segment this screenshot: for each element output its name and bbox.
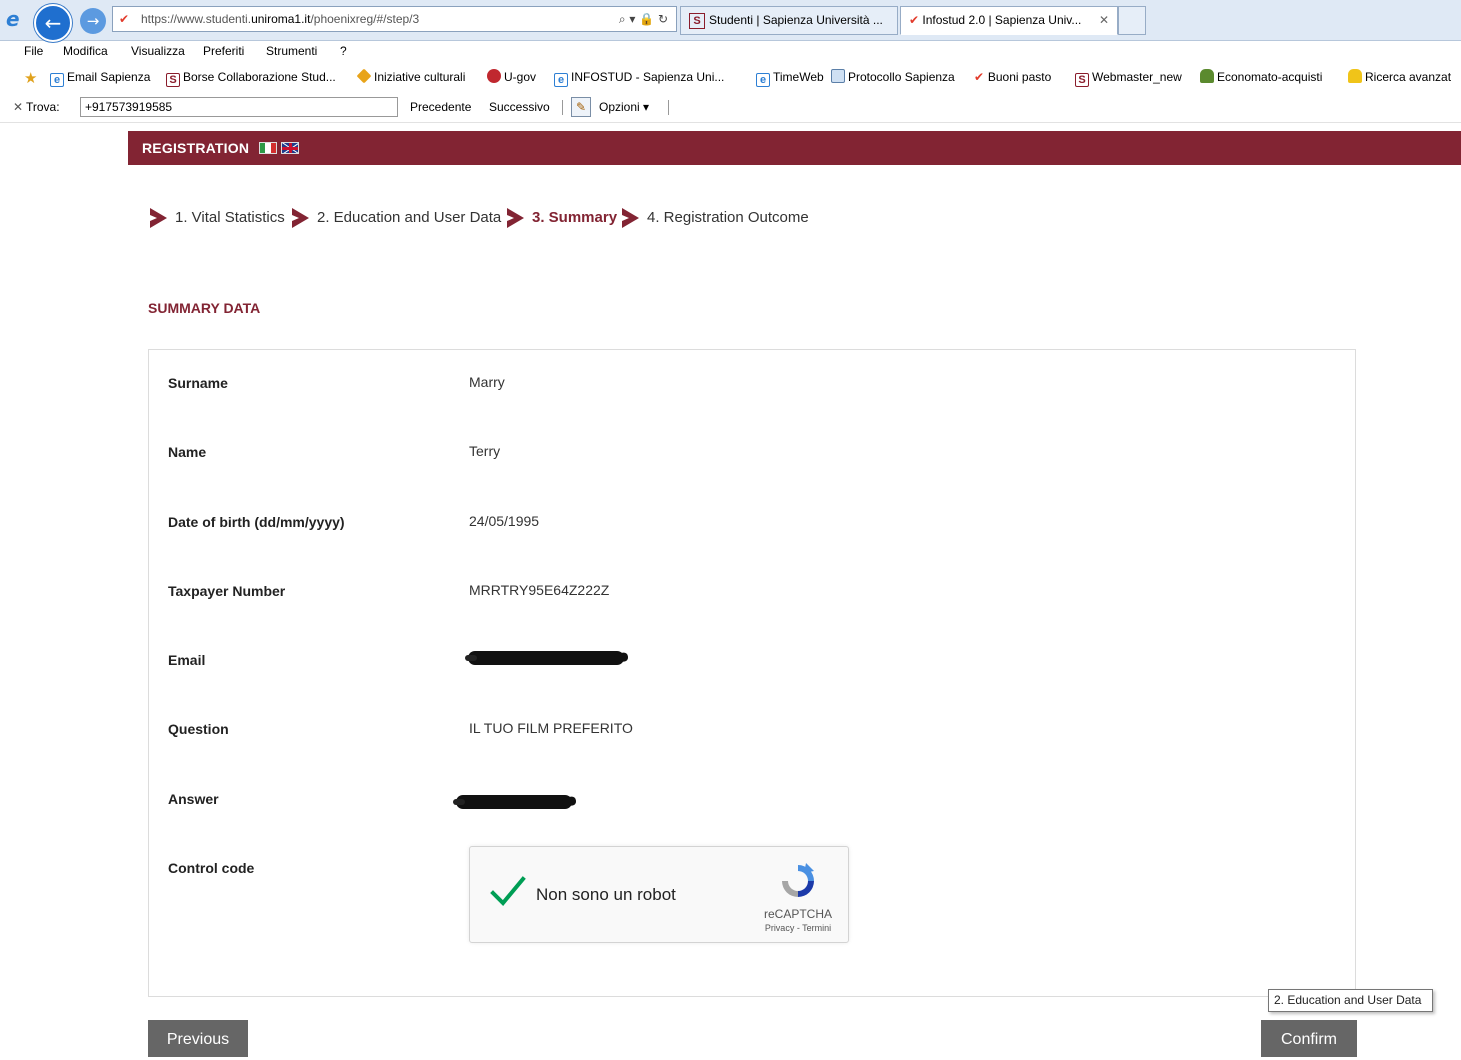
find-next-button[interactable]: Successivo: [489, 92, 550, 122]
people-icon: [1200, 69, 1214, 83]
favorite-infostud[interactable]: e INFOSTUD - Sapienza Uni...: [554, 64, 724, 90]
question-label: Question: [168, 721, 229, 737]
name-label: Name: [168, 444, 207, 460]
star-icon: ★: [24, 69, 38, 87]
date-of-birth-label: Date of birth (dd/mm/yyyy): [168, 514, 345, 530]
sapienza-s-icon: S: [689, 12, 705, 29]
people-yellow-icon: [1348, 69, 1362, 83]
infostud-favicon-icon: ✔: [909, 13, 920, 27]
email-label: Email: [168, 652, 206, 668]
tooltip: 2. Education and User Data: [1268, 989, 1433, 1012]
surname-value: Marry: [469, 374, 505, 390]
browser-tab-row: e ← → ✔ https://www.studenti.uniroma1.it…: [0, 0, 1461, 42]
find-separator: [562, 100, 563, 115]
date-of-birth-value: 24/05/1995: [469, 513, 540, 529]
internet-explorer-icon: e: [6, 7, 20, 31]
menu-preferiti[interactable]: Preferiti: [203, 41, 244, 61]
bird-icon: ✔: [974, 70, 988, 84]
recaptcha-logo-icon: [782, 863, 814, 897]
registration-header: REGISTRATION: [128, 131, 1461, 165]
answer-label: Answer: [168, 791, 219, 807]
forward-button[interactable]: →: [80, 8, 106, 34]
address-bar[interactable]: ✔ https://www.studenti.uniroma1.it/phoen…: [112, 6, 677, 32]
tab-studenti[interactable]: S Studenti | Sapienza Università ...: [680, 6, 898, 35]
favorite-iniziative[interactable]: Iniziative culturali: [356, 64, 465, 90]
highlight-pencil-icon[interactable]: ✎: [571, 97, 591, 117]
address-url[interactable]: https://www.studenti.uniroma1.it/phoenix…: [141, 7, 419, 31]
chevron-right-icon: [292, 208, 309, 228]
find-bar: ✕ Trova: +917573919585 Precedente Succes…: [0, 92, 1461, 123]
address-bar-icons[interactable]: ⌕ ▾ 🔒 ↻: [619, 7, 668, 31]
site-favicon-icon: ✔: [119, 12, 130, 26]
protocol-icon: [831, 69, 845, 83]
browser-chrome: e ← → ✔ https://www.studenti.uniroma1.it…: [0, 0, 1461, 124]
answer-redaction-scribble: [453, 795, 572, 809]
favorite-timeweb[interactable]: e TimeWeb: [756, 64, 824, 90]
diamond-icon: [356, 68, 372, 84]
recaptcha-brand: reCAPTCHA: [763, 907, 832, 921]
menu-modifica[interactable]: Modifica: [63, 41, 108, 61]
control-code-label: Control code: [168, 860, 255, 876]
ugov-icon: [487, 69, 501, 83]
find-input[interactable]: +917573919585: [80, 97, 398, 117]
english-flag-icon[interactable]: [281, 142, 299, 154]
favorite-protocollo[interactable]: Protocollo Sapienza: [831, 64, 955, 90]
favorites-add-icon[interactable]: ★: [24, 64, 40, 90]
italian-flag-icon[interactable]: [259, 142, 277, 154]
menu-strumenti[interactable]: Strumenti: [266, 41, 317, 61]
question-value: IL TUO FILM PREFERITO: [469, 720, 633, 736]
favorites-bar: ★ e Email Sapienza S Borse Collaborazione …: [0, 64, 1461, 90]
favorite-buoni-pasto[interactable]: ✔ Buoni pasto: [974, 64, 1051, 90]
find-previous-button[interactable]: Precedente: [410, 92, 471, 122]
close-find-icon[interactable]: ✕: [13, 92, 23, 122]
find-separator: [668, 100, 669, 115]
sapienza-s-icon: S: [166, 73, 180, 87]
summary-section-title: SUMMARY DATA: [148, 300, 261, 316]
menu-visualizza[interactable]: Visualizza: [131, 41, 185, 61]
favorite-ugov[interactable]: U-gov: [487, 64, 536, 90]
recaptcha-privacy-terms-link[interactable]: Privacy - Termini: [753, 923, 843, 933]
favorite-ricerca[interactable]: Ricerca avanzat: [1348, 64, 1451, 90]
find-label: Trova:: [26, 100, 60, 114]
menu-help[interactable]: ?: [340, 41, 347, 61]
ie-page-icon: e: [50, 73, 64, 87]
email-redaction-scribble: [465, 651, 624, 665]
favorite-webmaster[interactable]: S Webmaster_new: [1075, 64, 1182, 90]
sapienza-s-icon: S: [1075, 73, 1089, 87]
checkmark-icon[interactable]: [490, 875, 526, 909]
find-options-dropdown[interactable]: Opzioni ▾: [599, 92, 649, 122]
favorite-email-sapienza[interactable]: e Email Sapienza: [50, 64, 150, 90]
name-value: Terry: [469, 443, 501, 459]
ie-page-icon: e: [756, 73, 770, 87]
page-title: REGISTRATION: [142, 140, 250, 156]
taxpayer-number-label: Taxpayer Number: [168, 583, 286, 599]
surname-label: Surname: [168, 375, 228, 391]
tab-label: Studenti | Sapienza Università ...: [709, 13, 883, 27]
ie-page-icon: e: [554, 73, 568, 87]
recaptcha-label: Non sono un robot: [536, 885, 676, 904]
chevron-right-icon: [622, 208, 639, 228]
recaptcha-widget[interactable]: Non sono un robot reCAPTCHA Privacy - Te…: [469, 846, 849, 943]
tab-infostud[interactable]: ✔ Infostud 2.0 | Sapienza Univ... ✕: [900, 6, 1118, 35]
close-tab-icon[interactable]: ✕: [1099, 7, 1109, 34]
confirm-button[interactable]: Confirm: [1261, 1020, 1357, 1057]
chevron-right-icon: [150, 208, 167, 228]
favorite-borse[interactable]: S Borse Collaborazione Stud...: [166, 64, 336, 90]
tab-label: Infostud 2.0 | Sapienza Univ...: [922, 13, 1082, 27]
menu-bar: File Modifica Visualizza Preferiti Strum…: [0, 41, 1461, 61]
favorite-economato[interactable]: Economato-acquisti: [1200, 64, 1322, 90]
taxpayer-number-value: MRRTRY95E64Z222Z: [469, 582, 610, 598]
chevron-right-icon: [507, 208, 524, 228]
menu-file[interactable]: File: [24, 41, 43, 61]
previous-button[interactable]: Previous: [148, 1020, 248, 1057]
new-tab-button[interactable]: [1118, 6, 1146, 35]
back-button[interactable]: ←: [34, 4, 72, 42]
